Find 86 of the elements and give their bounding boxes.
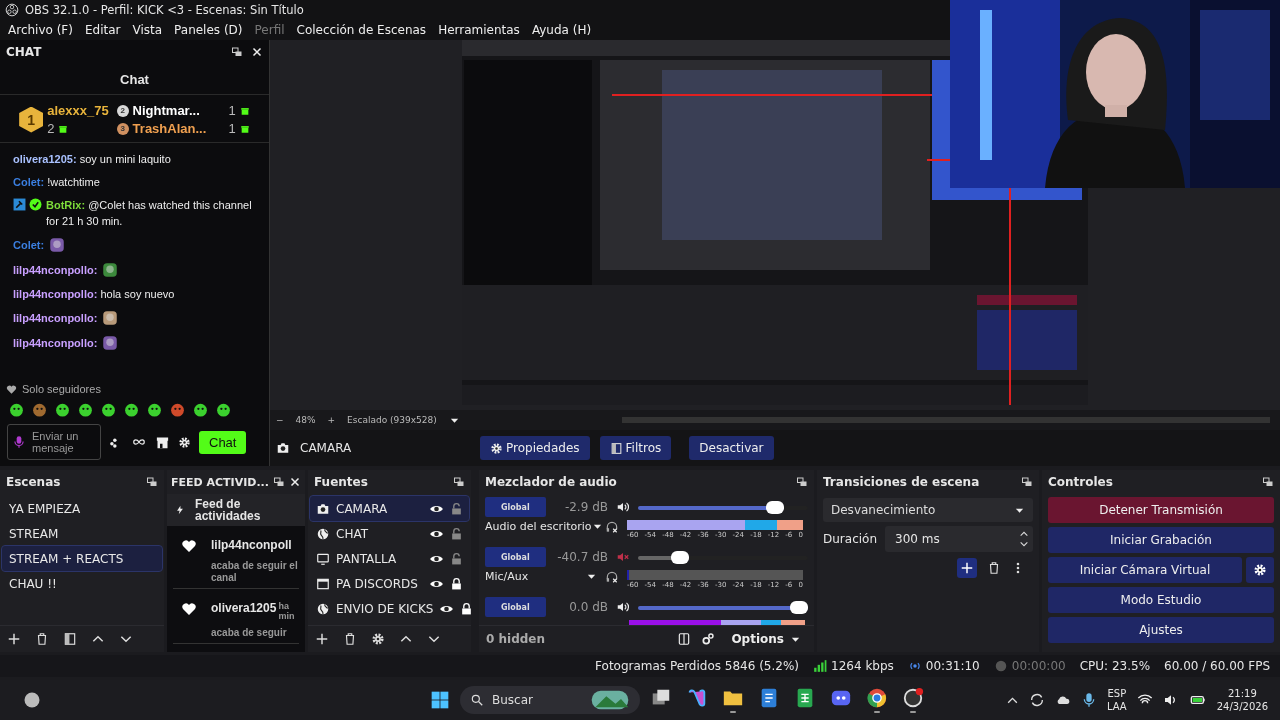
scene-item[interactable]: STREAM	[2, 521, 162, 546]
rank-badge: 3	[116, 122, 129, 135]
cpu-usage: CPU: 23.5%	[1079, 659, 1151, 673]
zoom-out-button[interactable]: −	[276, 415, 284, 425]
channel-dropdown[interactable]: Audio del escritorio	[485, 520, 597, 533]
global-button[interactable]: Global	[485, 497, 546, 517]
zoom-in-button[interactable]: +	[327, 415, 336, 425]
leader-name: Nightmar...	[132, 103, 201, 118]
duration-field[interactable]: 300 ms	[885, 526, 1033, 552]
control-button[interactable]: Modo Estudio	[1048, 587, 1274, 613]
source-name: CAMARA	[300, 441, 353, 455]
scene-item[interactable]: STREAM + REACTS	[2, 546, 162, 571]
record-time: 00:00:00	[1011, 659, 1066, 673]
menu-item[interactable]: Colección de Escenas	[290, 23, 433, 37]
duration-label: Duración	[823, 532, 877, 546]
menu-item[interactable]: Archivo (F)	[2, 23, 79, 37]
fps-reading: 60.00 / 60.00 FPS	[1164, 659, 1270, 673]
feed-username: olivera1205	[211, 601, 277, 617]
menu-item[interactable]: Ayuda (H)	[525, 23, 598, 37]
volume-reading: -2.9 dB	[563, 500, 608, 514]
toolbar-button[interactable]: Filtros	[599, 436, 672, 460]
chat-message: lilp44nconpollo: hola soy nuevo	[13, 287, 175, 302]
volume-reading: -40.7 dB	[556, 550, 608, 564]
feed-action: acaba de seguir el canal	[211, 560, 299, 584]
control-button[interactable]: Detener Transmisión	[1048, 497, 1274, 523]
feed-action: acaba de seguir	[211, 627, 288, 639]
source-item[interactable]: CAMARA	[310, 496, 469, 521]
control-button[interactable]: Iniciar Grabación	[1048, 527, 1274, 553]
dock-title: Escenas	[6, 475, 62, 489]
scaling-dropdown[interactable]: Escalado (939x528)	[347, 415, 437, 425]
options-dropdown[interactable]: Options	[725, 632, 807, 646]
dock-title: CHAT	[6, 45, 43, 59]
menu-item[interactable]: Editar	[78, 23, 127, 37]
gift-count: 2	[47, 121, 55, 136]
dock-title: Mezclador de audio	[485, 475, 618, 489]
chat-message: olivera1205: soy un mini laquito	[13, 152, 171, 167]
rank-badge: 2	[116, 104, 129, 117]
control-button[interactable]: Iniciar Cámara Virtual	[1048, 557, 1242, 583]
dropped-frames: Fotogramas Perdidos 5846 (5.2%)	[595, 659, 800, 673]
menu-item[interactable]: Vista	[126, 23, 169, 37]
feed-time: ha min	[278, 601, 295, 621]
chat-mode: Solo seguidores	[22, 383, 101, 395]
leader-name: alexxx_75	[47, 103, 109, 118]
search-field[interactable]: Buscar	[460, 686, 640, 714]
gift-count: 1	[228, 103, 236, 118]
source-item[interactable]: PANTALLA	[310, 546, 469, 571]
channel-dropdown[interactable]: Mic/Aux	[485, 570, 597, 583]
clock[interactable]: 21:19 24/3/2026	[1216, 687, 1268, 713]
menu-item[interactable]: Herramientas	[432, 23, 526, 37]
dock-title: FEED ACTIVID...	[171, 475, 269, 489]
bitrate: 1264 kbps	[831, 659, 894, 673]
dock-title: Fuentes	[314, 475, 369, 489]
toolbar-button[interactable]: Desactivar	[689, 436, 774, 460]
feed-heading: Feed de actividades	[195, 498, 262, 522]
stream-time: 00:31:10	[925, 659, 980, 673]
chat-username: lilp44nconpollo:	[13, 311, 98, 326]
source-item[interactable]: ENVIO DE KICKS	[310, 596, 469, 621]
message-field[interactable]: Enviar un mensaje	[7, 424, 101, 460]
dock-title: Transiciones de escena	[823, 475, 981, 489]
language-indicator[interactable]: ESP LAA	[1106, 687, 1127, 713]
leader-name: TrashAlan...	[132, 121, 208, 136]
source-item[interactable]: CHAT	[310, 521, 469, 546]
source-item[interactable]: PA DISCORDS	[310, 571, 469, 596]
chat-send-button[interactable]: Chat	[199, 430, 247, 454]
scene-item[interactable]: YA EMPIEZA	[2, 496, 162, 521]
menu-item[interactable]: Paneles (D)	[168, 23, 249, 37]
rank-badge: 1	[19, 106, 44, 133]
global-button[interactable]: Global	[485, 597, 546, 617]
global-button[interactable]: Global	[485, 547, 546, 567]
hidden-count: 0 hidden	[486, 632, 547, 646]
chat-username: lilp44nconpollo:	[13, 336, 98, 351]
window-title: OBS 32.1.0 - Perfil: KICK <3 - Escenas: Sin Título	[25, 3, 304, 17]
chat-username: Colet:	[13, 238, 45, 253]
toolbar-button[interactable]: Propiedades	[480, 436, 590, 460]
scene-item[interactable]: CHAU !!	[2, 571, 162, 596]
zoom-level: 48%	[295, 415, 316, 425]
volume-reading: 0.0 dB	[568, 600, 608, 614]
chat-message: BotRix: @Colet has watched this channel for 21 h 30 min.	[46, 198, 253, 229]
transition-dropdown[interactable]: Desvanecimiento	[823, 498, 1033, 522]
chat-username: lilp44nconpollo:	[13, 263, 98, 278]
dock-title: Controles	[1048, 475, 1114, 489]
chat-heading: Chat	[120, 71, 149, 87]
gift-count: 1	[228, 121, 236, 136]
control-button[interactable]: Ajustes	[1048, 617, 1274, 643]
feed-username: lilp44nconpoll	[211, 538, 292, 554]
chat-message: Colet: !watchtime	[13, 175, 100, 190]
